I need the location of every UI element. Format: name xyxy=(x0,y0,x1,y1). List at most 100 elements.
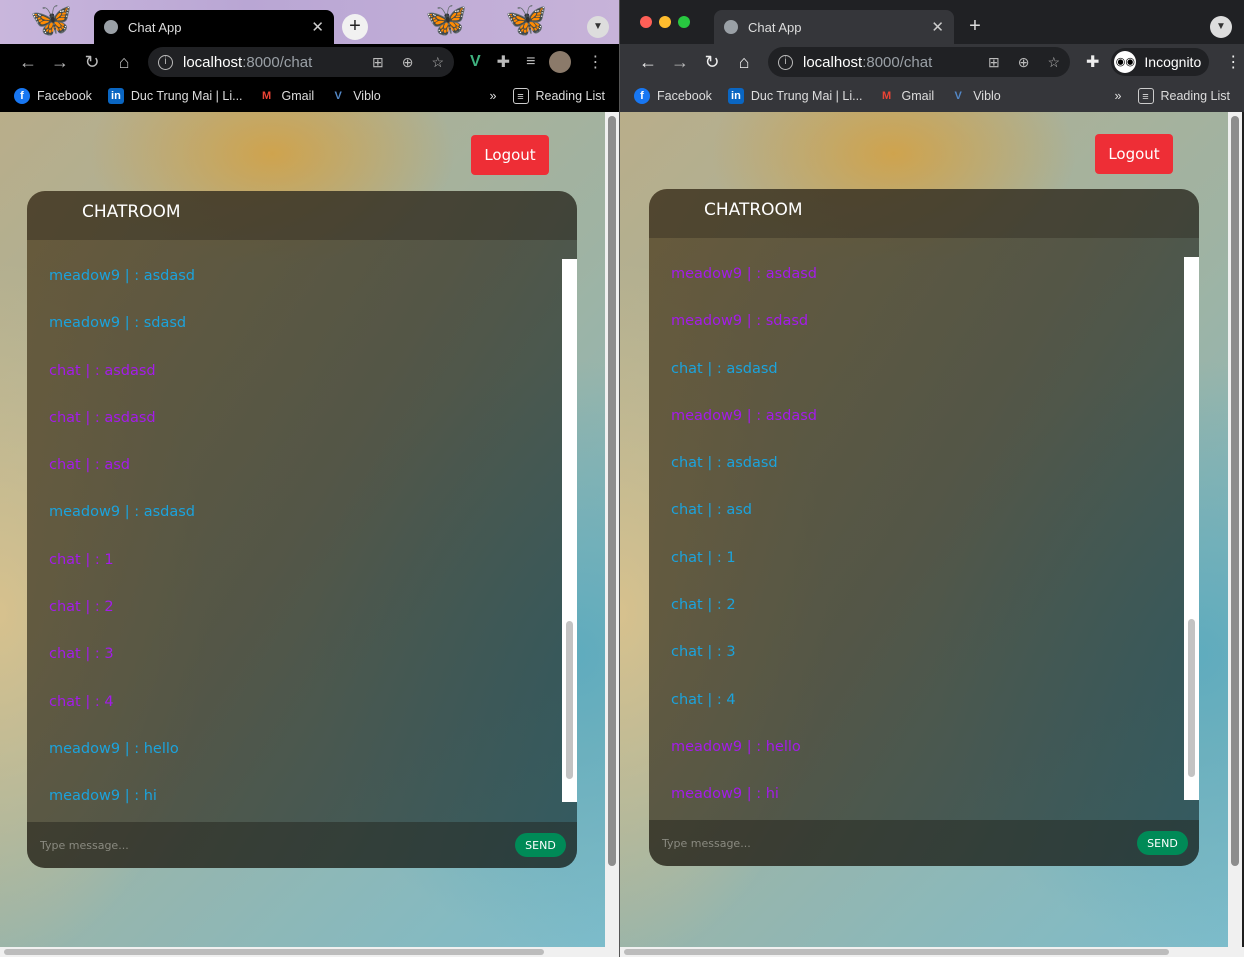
forward-icon[interactable]: → xyxy=(664,52,696,73)
message-user: chat xyxy=(49,693,81,710)
message-input[interactable] xyxy=(662,836,1137,850)
extensions-icon[interactable]: ✚ xyxy=(497,52,510,72)
incognito-badge[interactable]: ◉◉ Incognito xyxy=(1111,48,1210,76)
message-list: meadow9 | : asdasd meadow9 | : sdasd chat … xyxy=(649,238,1199,820)
info-icon[interactable]: i xyxy=(778,54,793,70)
menu-icon[interactable]: ⋮ xyxy=(587,52,603,72)
home-icon[interactable]: ⌂ xyxy=(108,52,140,73)
message-text: 3 xyxy=(104,646,114,663)
message-text: asdasd xyxy=(726,360,778,377)
message-separator: | : xyxy=(80,646,105,663)
message-user: chat xyxy=(671,549,703,566)
menu-icon[interactable]: ⋮ xyxy=(1225,52,1241,72)
send-button[interactable]: SEND xyxy=(515,833,566,857)
url-path: :8000/chat xyxy=(862,53,933,71)
message-text: hello xyxy=(765,738,801,755)
message-text: hi xyxy=(143,788,157,805)
back-icon[interactable]: ← xyxy=(632,52,664,73)
forward-icon[interactable]: → xyxy=(44,52,76,73)
new-tab-button[interactable]: + xyxy=(962,14,988,40)
toolbar: ← → ↻ ⌂ i localhost:8000/chat ⊞ ⊕ ☆ V ✚ ≡ ⋮ xyxy=(0,44,619,80)
profile-avatar[interactable] xyxy=(549,51,572,73)
page-horizontal-scrollbar[interactable] xyxy=(0,947,619,957)
gmail-icon: M xyxy=(881,90,892,102)
message-input[interactable] xyxy=(40,838,515,852)
url-host: localhost xyxy=(183,53,243,71)
bookmark-facebook[interactable]: f Facebook xyxy=(14,88,92,104)
reading-list-button[interactable]: ≡ Reading List xyxy=(512,88,605,104)
address-bar[interactable]: i localhost:8000/chat ⊞ ⊕ ☆ xyxy=(148,47,454,77)
chat-message: meadow9 | : hello xyxy=(49,741,577,788)
chat-message: meadow9 | : hi xyxy=(49,788,577,822)
media-control-icon[interactable]: ≡ xyxy=(526,53,535,71)
chat-message: meadow9 | : hi xyxy=(671,786,1199,820)
bookmark-facebook[interactable]: f Facebook xyxy=(634,88,712,104)
message-user: chat xyxy=(49,551,81,568)
message-separator: | : xyxy=(742,313,766,330)
info-icon[interactable]: i xyxy=(158,54,173,70)
facebook-icon: f xyxy=(14,88,30,104)
message-user: chat xyxy=(671,644,703,661)
more-bookmarks-button[interactable]: » xyxy=(490,89,497,103)
message-separator: | : xyxy=(702,549,727,566)
address-bar[interactable]: i localhost:8000/chat ⊞ ⊕ ☆ xyxy=(768,47,1070,77)
back-icon[interactable]: ← xyxy=(12,52,44,73)
reading-list-button[interactable]: ≡ Reading List xyxy=(1137,88,1231,104)
message-separator: | : xyxy=(702,597,727,614)
message-user: chat xyxy=(671,502,703,519)
message-text: 1 xyxy=(104,551,114,568)
tab-search-button[interactable]: ▼ xyxy=(1210,16,1232,38)
zoom-icon[interactable]: ⊕ xyxy=(1018,54,1030,71)
tab-strip: Chat App ✕ + ▼ xyxy=(620,0,1244,44)
extensions-icon[interactable]: ✚ xyxy=(1086,52,1099,72)
zoom-icon[interactable]: ⊕ xyxy=(402,54,414,71)
tab-chat-app[interactable]: Chat App ✕ xyxy=(714,10,954,44)
close-tab-icon[interactable]: ✕ xyxy=(931,18,944,36)
translate-icon[interactable]: ⊞ xyxy=(988,54,1000,71)
reading-list-label: Reading List xyxy=(1160,89,1231,103)
new-tab-button[interactable]: + xyxy=(342,14,368,40)
logout-button[interactable]: Logout xyxy=(471,135,549,175)
page-content: Logout CHATROOM meadow9 | : asdasd meadow… xyxy=(620,112,1228,947)
bookmark-gmail[interactable]: M Gmail xyxy=(879,88,934,104)
translate-icon[interactable]: ⊞ xyxy=(372,54,384,71)
more-bookmarks-button[interactable]: » xyxy=(1115,89,1122,103)
globe-icon xyxy=(724,20,738,34)
message-text: 4 xyxy=(104,693,114,710)
logout-button[interactable]: Logout xyxy=(1095,134,1173,174)
message-list-scrollbar[interactable] xyxy=(1184,257,1199,800)
page-horizontal-scrollbar[interactable] xyxy=(620,947,1244,957)
message-separator: | : xyxy=(702,644,727,661)
close-window-button[interactable] xyxy=(640,16,652,28)
bookmark-gmail[interactable]: M Gmail xyxy=(259,88,314,104)
close-tab-icon[interactable]: ✕ xyxy=(311,18,324,36)
page-vertical-scrollbar[interactable] xyxy=(1228,112,1242,947)
message-text: asdasd xyxy=(104,409,156,426)
bookmark-linkedin[interactable]: in Duc Trung Mai | Li... xyxy=(107,88,243,104)
message-user: chat xyxy=(49,409,81,426)
message-list-scrollbar[interactable] xyxy=(562,259,577,802)
bookmark-viblo[interactable]: V Viblo xyxy=(330,88,381,104)
butterfly-theme-icon: 🦋 xyxy=(30,1,73,39)
vue-devtools-icon[interactable]: V xyxy=(470,53,481,71)
message-user: chat xyxy=(49,362,81,379)
message-separator: | : xyxy=(120,315,144,332)
bookmark-viblo[interactable]: V Viblo xyxy=(950,88,1001,104)
bookmark-star-icon[interactable]: ☆ xyxy=(1047,54,1060,71)
minimize-window-button[interactable] xyxy=(659,16,671,28)
message-text: hi xyxy=(765,786,779,803)
page-vertical-scrollbar[interactable] xyxy=(605,112,619,947)
chatroom-panel: CHATROOM meadow9 | : asdasd meadow9 | : s… xyxy=(649,189,1199,866)
message-separator: | : xyxy=(702,502,727,519)
reload-icon[interactable]: ↻ xyxy=(696,52,728,73)
maximize-window-button[interactable] xyxy=(678,16,690,28)
reload-icon[interactable]: ↻ xyxy=(76,52,108,73)
bookmark-label: Facebook xyxy=(657,89,712,103)
tab-chat-app[interactable]: Chat App ✕ xyxy=(94,10,334,44)
home-icon[interactable]: ⌂ xyxy=(728,52,760,73)
send-button[interactable]: SEND xyxy=(1137,831,1188,855)
globe-icon xyxy=(104,20,118,34)
tab-search-button[interactable]: ▼ xyxy=(587,16,609,38)
bookmark-linkedin[interactable]: in Duc Trung Mai | Li... xyxy=(727,88,863,104)
bookmark-star-icon[interactable]: ☆ xyxy=(431,54,444,71)
